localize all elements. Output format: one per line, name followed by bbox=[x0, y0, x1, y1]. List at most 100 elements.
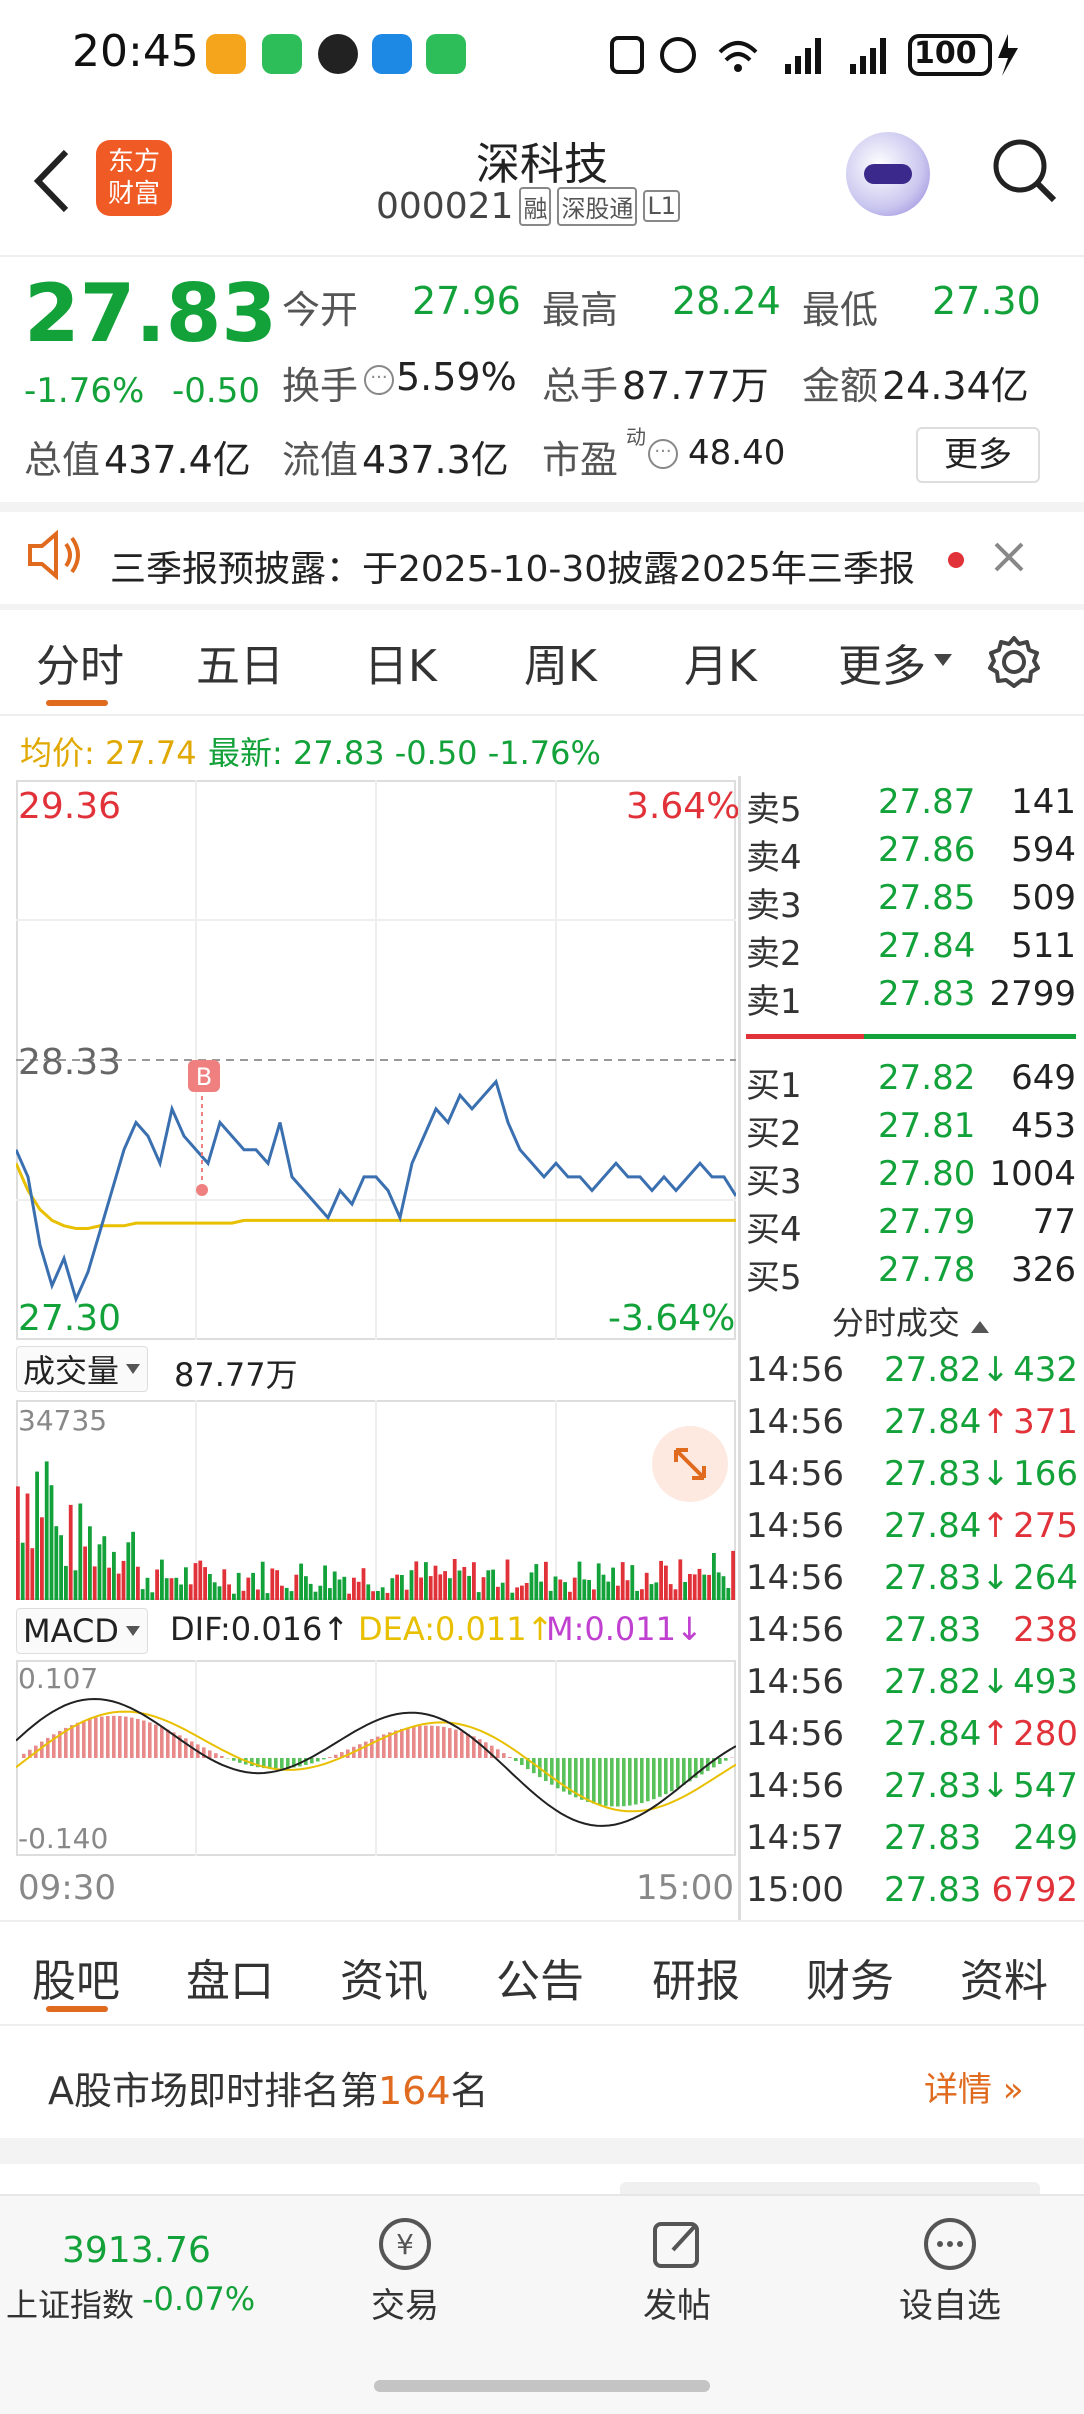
tab-intraday[interactable]: 分时 bbox=[36, 630, 124, 694]
macd-bottom: -0.140 bbox=[18, 1822, 108, 1855]
volume-bar bbox=[390, 1578, 394, 1600]
robot-assistant-icon[interactable] bbox=[846, 132, 930, 216]
volume-bar bbox=[674, 1589, 678, 1600]
expand-button[interactable] bbox=[652, 1426, 728, 1502]
avg-price: 均价: 27.74 bbox=[20, 728, 197, 774]
trade-time: 14:56 bbox=[746, 1714, 844, 1754]
macd-bar bbox=[394, 1731, 398, 1759]
tab-more[interactable]: 更多 bbox=[838, 630, 926, 694]
buy-level-row[interactable]: 买127.82649 bbox=[746, 1058, 1076, 1106]
macd-bar bbox=[406, 1728, 410, 1758]
tab-finance[interactable]: 财务 bbox=[806, 1945, 894, 2009]
sell-level-row[interactable]: 卖127.832799 bbox=[746, 974, 1076, 1022]
macd-bar bbox=[604, 1758, 608, 1806]
float-value: 437.3亿 bbox=[362, 429, 509, 484]
volume-bar bbox=[376, 1591, 380, 1600]
macd-bar bbox=[724, 1758, 728, 1761]
rank-detail-link[interactable]: 详情 » bbox=[924, 2062, 1024, 2111]
info-icon[interactable]: ··· bbox=[364, 365, 394, 395]
buy-marker[interactable]: B bbox=[196, 1063, 212, 1091]
level-volume: 326 bbox=[1011, 1250, 1076, 1290]
volume-bar bbox=[242, 1591, 246, 1600]
volume-max: 34735 bbox=[18, 1404, 107, 1437]
volume-bar bbox=[453, 1559, 457, 1600]
macd-bar bbox=[592, 1758, 596, 1804]
notice-dot bbox=[948, 552, 964, 568]
volume-selector[interactable]: 成交量 bbox=[16, 1346, 148, 1392]
buy-level-row[interactable]: 买427.7977 bbox=[746, 1202, 1076, 1250]
volume-bar bbox=[227, 1584, 231, 1600]
macd-selector[interactable]: MACD bbox=[16, 1608, 148, 1654]
macd-bar bbox=[412, 1727, 416, 1758]
volume-bar bbox=[179, 1585, 183, 1601]
pe-info-icon[interactable]: ··· bbox=[648, 439, 678, 469]
volume-bar bbox=[611, 1568, 615, 1600]
tab-forum[interactable]: 股吧 bbox=[32, 1945, 120, 2009]
sell-level-row[interactable]: 卖527.87141 bbox=[746, 782, 1076, 830]
volume-bar bbox=[386, 1593, 390, 1600]
macd-bar bbox=[670, 1758, 674, 1791]
notice-bar[interactable]: 三季报预披露：于2025-10-30披露2025年三季报 bbox=[0, 512, 1084, 604]
level-label: 买2 bbox=[746, 1106, 802, 1155]
volume-bar bbox=[717, 1572, 721, 1600]
volume-bar bbox=[309, 1584, 313, 1600]
trade-label: 交易 bbox=[350, 2278, 460, 2327]
more-button[interactable]: 更多 bbox=[916, 427, 1040, 483]
level-price: 27.85 bbox=[878, 878, 975, 918]
level-price: 27.80 bbox=[878, 1154, 975, 1194]
volume-bar bbox=[74, 1570, 78, 1600]
volume-bar bbox=[477, 1592, 481, 1600]
tab-five-day[interactable]: 五日 bbox=[196, 630, 284, 694]
volume-bar bbox=[30, 1548, 34, 1600]
volume-bar bbox=[50, 1485, 54, 1600]
mktcap-value: 437.4亿 bbox=[104, 429, 251, 484]
buy-level-row[interactable]: 买227.81453 bbox=[746, 1106, 1076, 1154]
trade-row: 14:5627.84↑280 bbox=[746, 1714, 1078, 1766]
trade-button[interactable]: ¥ 交易 bbox=[350, 2214, 460, 2334]
macd-bar bbox=[652, 1758, 656, 1799]
search-icon[interactable] bbox=[990, 136, 1060, 206]
buy-level-row[interactable]: 买527.78326 bbox=[746, 1250, 1076, 1298]
sell-level-row[interactable]: 卖327.85509 bbox=[746, 878, 1076, 926]
volume-bar bbox=[419, 1578, 423, 1601]
watchlist-label: 设自选 bbox=[888, 2278, 1012, 2327]
volume-bar bbox=[338, 1580, 342, 1601]
divider bbox=[0, 1920, 1084, 1922]
volume-bar bbox=[194, 1563, 198, 1600]
trades-header[interactable]: 分时成交 bbox=[746, 1298, 1076, 1340]
index-widget[interactable]: 3913.76 上证指数 -0.07% bbox=[0, 2196, 270, 2336]
volume-bar bbox=[693, 1574, 697, 1600]
trade-price: 27.83 bbox=[884, 1818, 981, 1858]
level-label: 卖1 bbox=[746, 974, 802, 1023]
volume-bar bbox=[342, 1577, 346, 1600]
macd-bar bbox=[184, 1738, 188, 1758]
post-button[interactable]: 发帖 bbox=[622, 2214, 732, 2334]
volume-bar bbox=[54, 1526, 58, 1600]
volume-bar bbox=[333, 1572, 337, 1601]
rank-row[interactable]: A股市场即时排名第164名 详情 » bbox=[0, 2026, 1084, 2138]
volume-total: 87.77万 bbox=[174, 1350, 298, 1396]
macd-bar bbox=[400, 1729, 404, 1758]
tab-monthly-k[interactable]: 月K bbox=[684, 630, 757, 694]
tab-weekly-k[interactable]: 周K bbox=[524, 630, 597, 694]
sell-level-row[interactable]: 卖227.84511 bbox=[746, 926, 1076, 974]
stock-code-row: 000021 融 深股通 L1 bbox=[376, 184, 680, 228]
tab-profile[interactable]: 资料 bbox=[960, 1945, 1048, 2009]
volume-bar bbox=[530, 1572, 534, 1600]
volume-bar bbox=[659, 1561, 663, 1600]
tab-order-book[interactable]: 盘口 bbox=[186, 1945, 274, 2009]
tab-daily-k[interactable]: 日K bbox=[364, 630, 437, 694]
intraday-chart[interactable]: B bbox=[16, 780, 736, 1340]
tab-research[interactable]: 研报 bbox=[652, 1945, 740, 2009]
close-icon[interactable] bbox=[992, 540, 1026, 574]
add-watchlist-button[interactable]: 设自选 bbox=[888, 2214, 1012, 2334]
gear-icon[interactable] bbox=[986, 634, 1042, 690]
macd-bar bbox=[124, 1717, 128, 1758]
sell-level-row[interactable]: 卖427.86594 bbox=[746, 830, 1076, 878]
volume-bar bbox=[112, 1552, 116, 1600]
buy-level-row[interactable]: 买327.801004 bbox=[746, 1154, 1076, 1202]
tab-news[interactable]: 资讯 bbox=[340, 1945, 428, 2009]
volume-bar bbox=[141, 1589, 145, 1600]
tab-announcements[interactable]: 公告 bbox=[496, 1945, 584, 2009]
volume-bar bbox=[285, 1588, 289, 1600]
